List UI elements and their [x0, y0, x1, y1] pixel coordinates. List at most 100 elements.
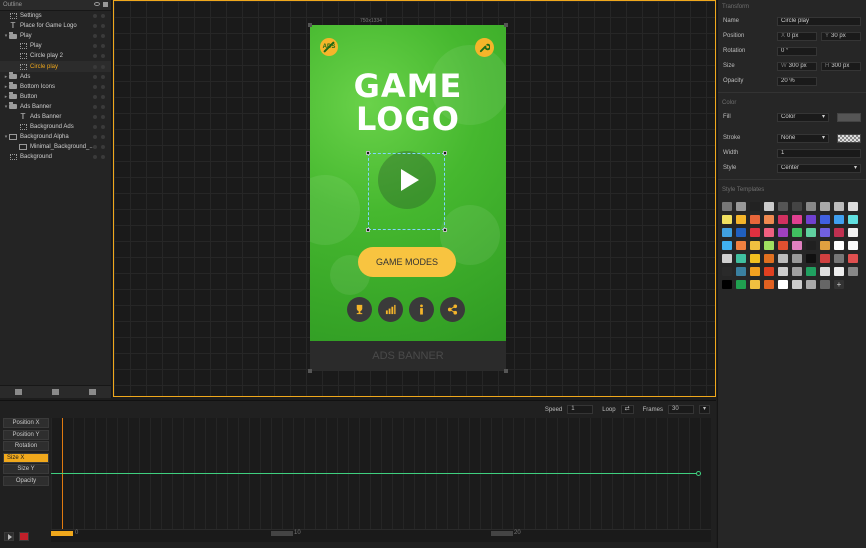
style-template-swatch[interactable] — [778, 254, 788, 263]
stats-button[interactable] — [378, 297, 403, 322]
style-template-swatch[interactable] — [848, 241, 858, 250]
style-template-swatch[interactable] — [848, 215, 858, 224]
size-h-input[interactable]: H 300 px — [821, 62, 861, 71]
style-template-swatch[interactable] — [834, 254, 844, 263]
visibility-icon[interactable] — [93, 24, 97, 29]
style-template-swatch[interactable] — [834, 202, 844, 211]
style-template-swatch[interactable] — [722, 254, 732, 263]
style-template-swatch[interactable] — [792, 267, 802, 276]
visibility-icon[interactable] — [93, 114, 97, 119]
outline-item[interactable]: Background — [0, 152, 111, 162]
style-template-swatch[interactable] — [764, 215, 774, 224]
style-template-swatch[interactable] — [792, 254, 802, 263]
style-template-swatch[interactable] — [750, 228, 760, 237]
style-template-swatch[interactable] — [750, 267, 760, 276]
artboard-corner-handle[interactable] — [308, 23, 312, 27]
style-template-swatch[interactable] — [764, 202, 774, 211]
share-button[interactable] — [440, 297, 465, 322]
stroke-type-select[interactable]: None ▾ — [777, 134, 829, 143]
lock-icon[interactable] — [101, 24, 105, 29]
lock-icon[interactable] — [101, 54, 105, 59]
timeline-menu-button[interactable]: ▾ — [698, 405, 710, 414]
visibility-icon[interactable] — [93, 84, 97, 89]
style-template-swatch[interactable] — [834, 267, 844, 276]
name-input[interactable]: Circle play — [777, 17, 861, 26]
visibility-icon[interactable] — [93, 125, 97, 130]
style-template-swatch[interactable] — [778, 280, 788, 289]
width-input[interactable]: 1 — [777, 149, 861, 158]
style-template-swatch[interactable] — [834, 241, 844, 250]
outline-item[interactable]: ▸ Bottom Icons — [0, 82, 111, 92]
size-w-input[interactable]: W 300 px — [777, 62, 817, 71]
style-template-swatch[interactable] — [764, 241, 774, 250]
track-size-y[interactable]: Size Y — [3, 464, 49, 474]
outline-item[interactable]: ▾ Ads Banner — [0, 102, 111, 112]
artboard-corner-handle[interactable] — [504, 23, 508, 27]
visibility-icon[interactable] — [93, 104, 97, 109]
style-template-swatch[interactable] — [820, 241, 830, 250]
outline-item[interactable]: Background Ads — [0, 122, 111, 132]
style-template-swatch[interactable] — [764, 254, 774, 263]
visibility-icon[interactable] — [93, 145, 97, 150]
style-template-swatch[interactable] — [806, 254, 816, 263]
lock-icon[interactable] — [101, 114, 105, 119]
style-template-swatch[interactable] — [792, 202, 802, 211]
outline-item[interactable]: Play — [0, 41, 111, 51]
style-template-swatch[interactable] — [764, 228, 774, 237]
lock-icon[interactable] — [101, 155, 105, 160]
outline-item[interactable]: Circle play — [0, 61, 111, 72]
style-template-swatch[interactable] — [722, 241, 732, 250]
track-size-x[interactable]: Size X — [3, 452, 49, 463]
timeline-graph[interactable] — [51, 418, 711, 529]
style-template-swatch[interactable] — [834, 228, 844, 237]
style-template-swatch[interactable] — [722, 267, 732, 276]
selection-box[interactable] — [366, 151, 447, 232]
new-folder-icon[interactable] — [15, 389, 22, 395]
style-template-swatch[interactable] — [806, 202, 816, 211]
style-template-swatch[interactable] — [806, 228, 816, 237]
visibility-icon[interactable] — [93, 74, 97, 79]
style-template-swatch[interactable] — [806, 215, 816, 224]
resize-handle[interactable] — [443, 151, 447, 155]
style-template-swatch[interactable] — [820, 254, 830, 263]
lock-icon[interactable] — [101, 14, 105, 19]
style-template-swatch[interactable] — [778, 202, 788, 211]
frames-input[interactable]: 30 — [667, 405, 694, 414]
artboard-corner-handle[interactable] — [504, 369, 508, 373]
style-template-swatch[interactable] — [792, 215, 802, 224]
lock-icon[interactable] — [101, 94, 105, 99]
position-y-input[interactable]: Y 30 px — [821, 32, 861, 41]
style-template-swatch[interactable] — [736, 215, 746, 224]
play-button[interactable] — [4, 532, 14, 541]
position-x-input[interactable]: X0 px — [777, 32, 817, 41]
no-ads-button[interactable]: ADS — [320, 38, 338, 56]
keyframe[interactable] — [696, 471, 701, 476]
style-template-swatch[interactable] — [820, 280, 830, 289]
style-template-swatch[interactable] — [806, 241, 816, 250]
style-template-swatch[interactable] — [750, 280, 760, 289]
lock-icon[interactable] — [101, 74, 105, 79]
track-position-y[interactable]: Position Y — [3, 429, 49, 440]
style-template-swatch[interactable] — [736, 241, 746, 250]
lock-icon[interactable] — [103, 2, 108, 7]
track-rotation[interactable]: Rotation — [3, 441, 49, 451]
style-template-swatch[interactable] — [764, 280, 774, 289]
style-template-swatch[interactable] — [820, 202, 830, 211]
style-template-swatch[interactable] — [750, 241, 760, 250]
style-template-swatch[interactable] — [722, 215, 732, 224]
style-template-swatch[interactable] — [736, 267, 746, 276]
eye-icon[interactable] — [94, 2, 100, 6]
style-template-swatch[interactable] — [722, 202, 732, 211]
track-opacity[interactable]: Opacity — [3, 475, 49, 486]
record-button[interactable] — [19, 532, 29, 541]
style-template-swatch[interactable] — [820, 267, 830, 276]
fill-type-select[interactable]: Color ▾ — [777, 113, 829, 122]
resize-handle[interactable] — [443, 228, 447, 232]
lock-icon[interactable] — [101, 125, 105, 130]
outline-item[interactable]: ▾ Background Alpha — [0, 132, 111, 142]
style-template-swatch[interactable] — [736, 202, 746, 211]
style-template-swatch[interactable] — [750, 215, 760, 224]
style-template-swatch[interactable] — [736, 280, 746, 289]
style-template-swatch[interactable] — [806, 280, 816, 289]
loop-toggle[interactable]: ⇄ — [620, 405, 634, 414]
